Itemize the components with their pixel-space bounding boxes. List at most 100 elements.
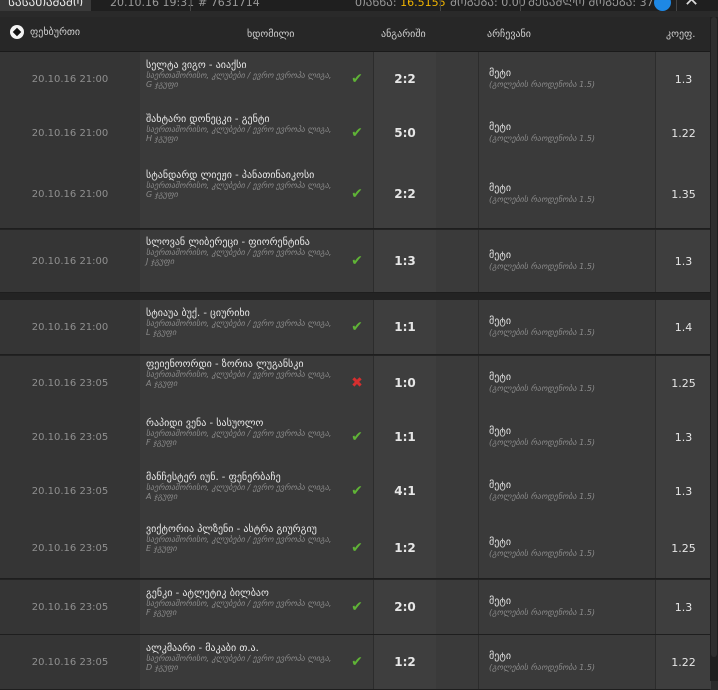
check-icon: ✔ <box>351 253 363 269</box>
check-icon: ✔ <box>351 483 363 499</box>
event-info: სტანდარდ ლიეჟი - პანათინაიკოსი საერთაშორი… <box>146 170 336 199</box>
event-info: რაპიდი ვენა - სასუოლო საერთაშორისო, კლუბე… <box>146 418 336 447</box>
event-cell: სტანდარდ ლიეჟი - პანათინაიკოსი საერთაშორი… <box>140 160 372 228</box>
table-row[interactable]: 20.10.16 23:05 ვიქტორია პლზენი - ასტრა გი… <box>0 518 711 579</box>
pick-detail: (გოლების რაოდენობა 1.5) <box>489 134 596 143</box>
event-league: საერთაშორისო, კლუბები / ევრო ევროპა ლიგა… <box>146 181 332 199</box>
pick-label: მეტი <box>489 596 512 607</box>
spacer-cell <box>436 106 478 160</box>
pick-cell: მეტი (გოლების რაოდენობა 1.5) <box>478 518 655 578</box>
spacer-cell <box>436 230 478 292</box>
table-row[interactable]: 20.10.16 23:05 მანჩესტერ იუნ. - ფენერბაჩე… <box>0 464 711 519</box>
pick-detail: (გოლების რაოდენობა 1.5) <box>489 549 596 558</box>
event-info: ფეიენოორდი - ზორია ლუგანსკი საერთაშორისო,… <box>146 359 336 388</box>
match-score: 4:1 <box>373 464 437 518</box>
spacer-cell <box>436 52 478 106</box>
pick-detail: (გოლების რაოდენობა 1.5) <box>489 438 596 447</box>
pick-label: მეტი <box>489 316 512 327</box>
event-league: საერთაშორისო, კლუბები / ევრო ევროპა ლიგა… <box>146 535 332 553</box>
check-icon: ✔ <box>351 540 363 556</box>
event-league: საერთაშორისო, კლუბები / ევრო ევროპა ლიგა… <box>146 71 332 89</box>
pick-detail: (გოლების რაოდენობა 1.5) <box>489 262 596 271</box>
event-league: საერთაშორისო, კლუბები / ევრო ევროპა ლიგა… <box>146 370 332 388</box>
pick-info: მეტი (გოლების რაოდენობა 1.5) <box>489 250 595 272</box>
check-icon: ✔ <box>351 186 363 202</box>
odds-value: 1.35 <box>655 160 711 228</box>
odds-value: 1.3 <box>655 580 711 634</box>
pick-label: მეტი <box>489 250 512 261</box>
scrollbar-thumb[interactable] <box>711 17 717 657</box>
event-title: სტიაუა ბუქ. - ციურიხი <box>146 308 250 319</box>
odds-value: 1.4 <box>655 300 711 354</box>
match-score: 1:1 <box>373 410 437 464</box>
coupon-number: # 7631714 <box>198 0 260 9</box>
tab-coupon[interactable]: ᲡᲐᲡᲐᲗᲐᲛᲐᲨᲝ <box>0 0 91 11</box>
bet-list-panel: ფეხბურთი ხდომილი ანგარიში არჩევანი კოეფ.… <box>0 17 711 690</box>
table-row[interactable]: 20.10.16 21:00 სლოვან ლიბერეცი - ფიორენტი… <box>0 230 711 293</box>
match-date: 20.10.16 23:05 <box>0 410 140 464</box>
pick-cell: მეტი (გოლების რაოდენობა 1.5) <box>478 464 655 518</box>
table-row[interactable]: 20.10.16 23:05 რაპიდი ვენა - სასუოლო საერთ… <box>0 410 711 465</box>
coupon-datetime: 20.10.16 19:31 <box>110 0 195 9</box>
event-cell: ვიქტორია პლზენი - ასტრა გიურგიუ საერთაშორ… <box>140 518 372 578</box>
pick-detail: (გოლების რაოდენობა 1.5) <box>489 195 596 204</box>
pick-cell: მეტი (გოლების რაოდენობა 1.5) <box>478 230 655 292</box>
pick-detail: (გოლების რაოდენობა 1.5) <box>489 328 596 337</box>
pick-cell: მეტი (გოლების რაოდენობა 1.5) <box>478 160 655 228</box>
table-row[interactable]: 20.10.16 21:00 სტანდარდ ლიეჟი - პანათინაი… <box>0 160 711 229</box>
scrollbar[interactable] <box>710 17 718 681</box>
match-date: 20.10.16 21:00 <box>0 230 140 292</box>
event-title: რაპიდი ვენა - სასუოლო <box>146 418 264 429</box>
table-row[interactable]: 20.10.16 21:00 შახტარი დონეცკი - გენტი საე… <box>0 106 711 161</box>
odds-value: 1.25 <box>655 518 711 578</box>
event-title: გენკი - ატლეტიკ ბილბაო <box>146 588 269 599</box>
match-date: 20.10.16 23:05 <box>0 464 140 518</box>
event-title: ფეიენოორდი - ზორია ლუგანსკი <box>146 359 304 370</box>
match-date: 20.10.16 23:05 <box>0 518 140 578</box>
col-header-pick: არჩევანი <box>487 29 531 40</box>
pick-info: მეტი (გოლების რაოდენობა 1.5) <box>489 537 595 559</box>
table-row[interactable]: 20.10.16 23:05 ალკმაარი - მაკაბი თ.ა. საერ… <box>0 635 711 690</box>
event-title: შახტარი დონეცკი - გენტი <box>146 114 270 125</box>
event-league: საერთაშორისო, კლუბები / ევრო ევროპა ლიგა… <box>146 125 332 143</box>
event-title: სელტა ვიგო - აიაქსი <box>146 60 247 71</box>
close-icon[interactable]: ✕ <box>684 0 699 10</box>
pick-label: მეტი <box>489 183 512 194</box>
event-info: ალკმაარი - მაკაბი თ.ა. საერთაშორისო, კლუბ… <box>146 643 336 672</box>
pick-cell: მეტი (გოლების რაოდენობა 1.5) <box>478 580 655 634</box>
event-info: სელტა ვიგო - აიაქსი საერთაშორისო, კლუბები… <box>146 60 336 89</box>
event-cell: ფეიენოორდი - ზორია ლუგანსკი საერთაშორისო,… <box>140 356 372 410</box>
event-title: სტანდარდ ლიეჟი - პანათინაიკოსი <box>146 170 315 181</box>
soccer-ball-icon <box>10 25 24 39</box>
pick-label: მეტი <box>489 537 512 548</box>
pick-detail: (გოლების რაოდენობა 1.5) <box>489 384 596 393</box>
event-info: სლოვან ლიბერეცი - ფიორენტინა საერთაშორისო… <box>146 237 336 266</box>
pick-cell: მეტი (გოლების რაოდენობა 1.5) <box>478 356 655 410</box>
odds-value: 1.22 <box>655 106 711 160</box>
event-league: საერთაშორისო, კლუბები / ევრო ევროპა ლიგა… <box>146 429 332 447</box>
event-cell: სელტა ვიგო - აიაქსი საერთაშორისო, კლუბები… <box>140 52 372 106</box>
match-score: 1:1 <box>373 300 437 354</box>
pick-info: მეტი (გოლების რაოდენობა 1.5) <box>489 183 595 205</box>
table-row[interactable]: 20.10.16 23:05 გენკი - ატლეტიკ ბილბაო საერ… <box>0 580 711 635</box>
table-row[interactable]: 20.10.16 21:00 სელტა ვიგო - აიაქსი საერთაშ… <box>0 52 711 107</box>
odds-value: 1.3 <box>655 52 711 106</box>
pick-detail: (გოლების რაოდენობა 1.5) <box>489 492 596 501</box>
pick-label: მეტი <box>489 372 512 383</box>
pick-info: მეტი (გოლების რაოდენობა 1.5) <box>489 316 595 338</box>
list-header: ფეხბურთი ხდომილი ანგარიში არჩევანი კოეფ. <box>0 17 710 52</box>
event-info: მანჩესტერ იუნ. - ფენერბაჩე საერთაშორისო, … <box>146 472 336 501</box>
table-row[interactable]: 20.10.16 21:00 სტიაუა ბუქ. - ციურიხი საერთ… <box>0 300 711 355</box>
odds-value: 1.25 <box>655 356 711 410</box>
match-score: 1:0 <box>373 356 437 410</box>
match-date: 20.10.16 23:05 <box>0 356 140 410</box>
pick-detail: (გოლების რაოდენობა 1.5) <box>489 663 596 672</box>
pick-cell: მეტი (გოლების რაოდენობა 1.5) <box>478 300 655 354</box>
odds-value: 1.3 <box>655 464 711 518</box>
check-icon: ✔ <box>351 125 363 141</box>
match-date: 20.10.16 21:00 <box>0 160 140 228</box>
event-league: საერთაშორისო, კლუბები / ევრო ევროპა ლიგა… <box>146 654 332 672</box>
sport-label: ფეხბურთი <box>10 25 80 39</box>
pick-cell: მეტი (გოლების რაოდენობა 1.5) <box>478 106 655 160</box>
table-row[interactable]: 20.10.16 23:05 ფეიენოორდი - ზორია ლუგანსკ… <box>0 356 711 411</box>
